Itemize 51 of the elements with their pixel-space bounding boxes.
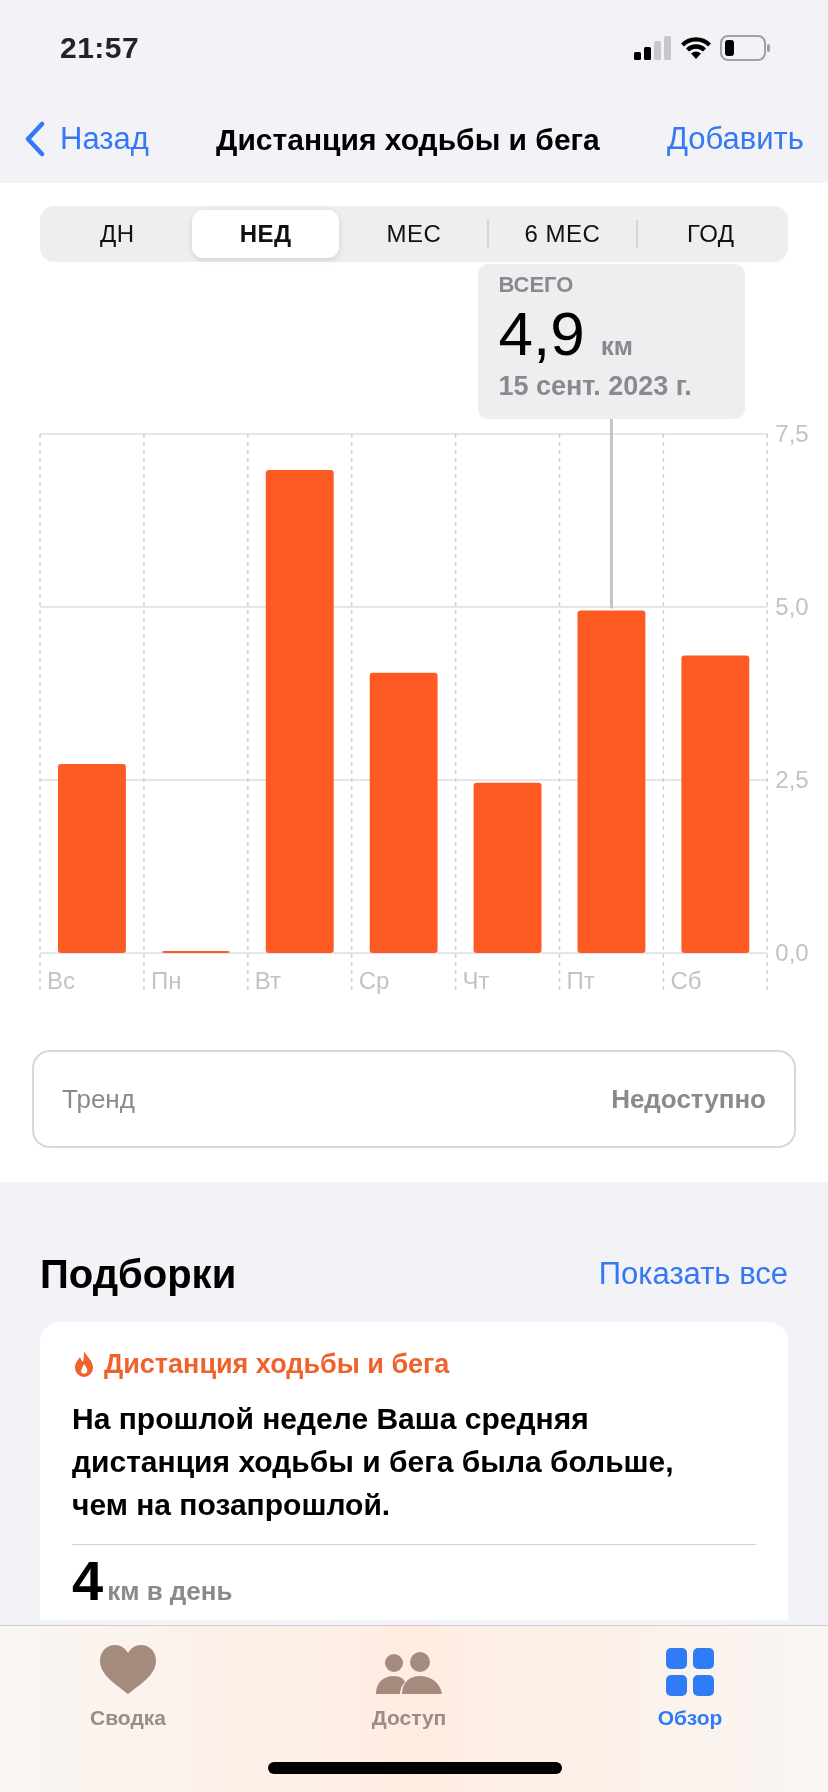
day-label: Пн: [150, 967, 182, 994]
axis-label: 2,5: [775, 766, 809, 793]
card-unit: км в день: [107, 1574, 233, 1608]
tab-bar-item[interactable]: Обзор: [600, 1626, 780, 1792]
tab-bar-item[interactable]: Доступ: [319, 1626, 499, 1792]
day-label: Пт: [566, 967, 595, 994]
day-label: Ср: [358, 967, 390, 994]
trend-row[interactable]: Тренд Недоступно: [32, 1050, 796, 1148]
chart-bar[interactable]: [161, 950, 230, 953]
highlight-card[interactable]: Дистанция ходьбы и бега На прошлой неделе Ваша средняя дистанция ходьбы и бега была больше, чем на позапрошлой. 4 км в день: [40, 1322, 788, 1620]
trend-label: Тренд: [62, 1082, 135, 1116]
chart-bar[interactable]: [577, 610, 646, 953]
heart-icon: [98, 1644, 158, 1696]
people-icon: [374, 1652, 444, 1696]
chart-bar[interactable]: [681, 655, 750, 953]
status-time: 21:57: [60, 30, 140, 66]
date-label: 15 сент. 2023 г.: [498, 370, 693, 404]
chart-bar[interactable]: [473, 782, 542, 953]
battery-icon: [720, 34, 770, 61]
day-label: Чт: [462, 967, 490, 994]
section-title: Подборки: [40, 1251, 237, 1298]
axis-label: 5,0: [775, 593, 809, 620]
day-label: Вт: [254, 967, 281, 994]
period-tab[interactable]: ГОД: [637, 210, 785, 258]
day-label: Вс: [47, 967, 75, 994]
period-tab[interactable]: 6 МЕС: [489, 210, 636, 258]
unit-label: км: [600, 330, 633, 363]
chevron-left-icon: [24, 121, 46, 157]
chart-bar[interactable]: [265, 470, 334, 953]
total-value: 4,9: [498, 301, 585, 367]
grid-icon: [666, 1648, 714, 1696]
page-title: Дистанция ходьбы и бега: [216, 121, 600, 158]
axis-label: 0,0: [775, 939, 809, 966]
show-all-link[interactable]: Показать все: [598, 1250, 788, 1298]
card-text: На прошлой неделе Ваша средняя дистанция ходьбы и бега была больше, чем на позапрошлой.: [72, 1400, 675, 1523]
day-label: Сб: [670, 967, 702, 994]
wifi-icon: [680, 35, 712, 60]
card-value: 4: [72, 1552, 104, 1609]
card-category: Дистанция ходьбы и бега: [104, 1348, 450, 1381]
signal-icon: [634, 35, 672, 60]
period-tab[interactable]: НЕД: [192, 210, 339, 258]
tab-bar-item[interactable]: Сводка: [38, 1626, 218, 1792]
axis-label: 7,5: [775, 420, 809, 447]
add-button[interactable]: Добавить: [666, 115, 804, 163]
back-button[interactable]: Назад: [24, 115, 149, 163]
chart-bar[interactable]: [369, 672, 438, 953]
period-tab[interactable]: МЕС: [340, 210, 488, 258]
period-tab[interactable]: ДН: [44, 210, 191, 258]
tooltip-label: ВСЕГО: [498, 271, 575, 299]
trend-value: Недоступно: [611, 1082, 766, 1116]
flame-icon: [72, 1350, 96, 1379]
